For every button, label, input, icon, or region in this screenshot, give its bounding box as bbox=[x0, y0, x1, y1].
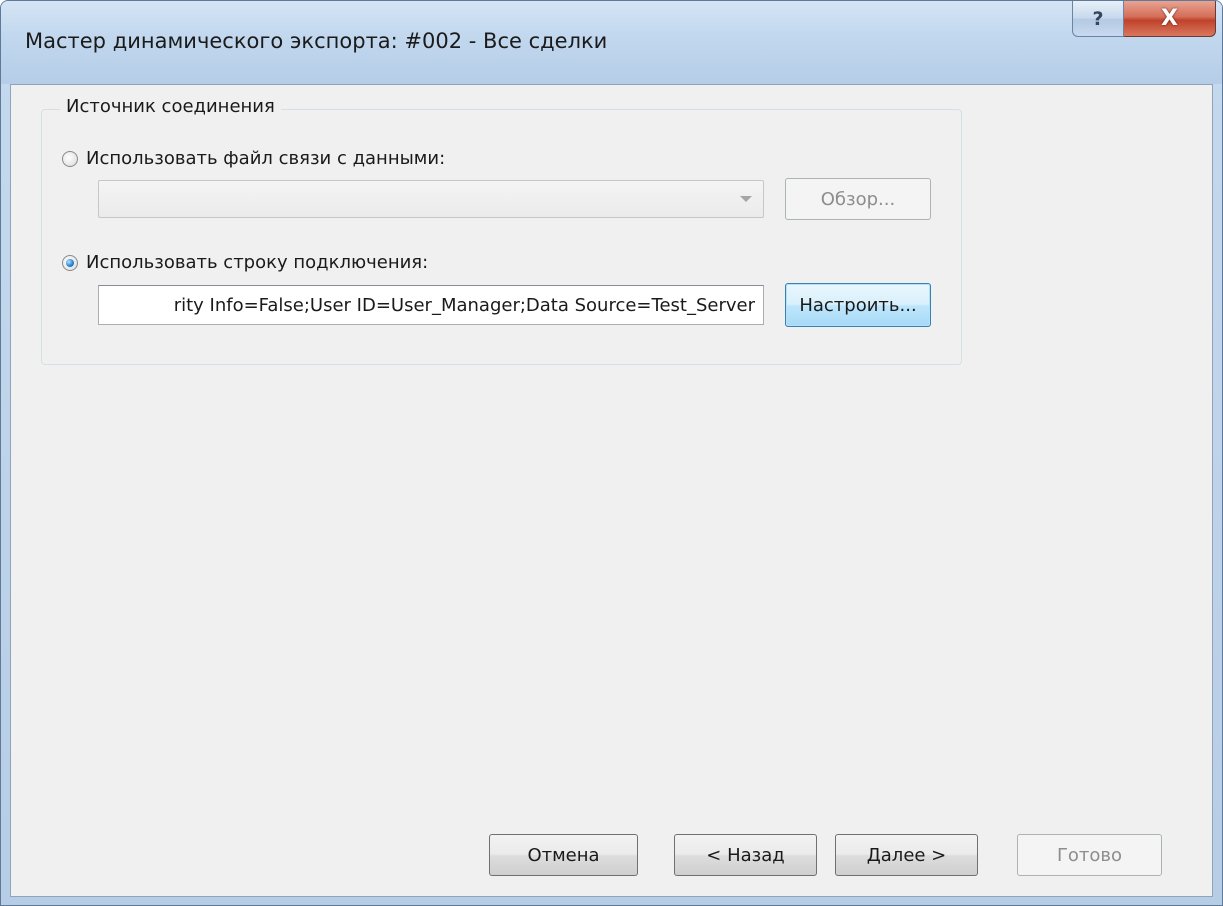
data-link-file-label: Использовать файл связи с данными: bbox=[86, 148, 446, 169]
close-button[interactable]: X bbox=[1124, 1, 1216, 37]
connection-string-option[interactable]: Использовать строку подключения: bbox=[62, 252, 428, 273]
data-link-file-radio[interactable] bbox=[62, 150, 78, 167]
connection-string-radio[interactable] bbox=[62, 254, 78, 271]
connection-source-group: Источник соединения Использовать файл св… bbox=[41, 96, 962, 365]
dropdown-arrow-icon bbox=[731, 183, 761, 215]
next-button[interactable]: Далее > bbox=[835, 834, 978, 876]
title-bar[interactable]: Мастер динамического экспорта: #002 - Вс… bbox=[1, 1, 1222, 84]
group-title: Источник соединения bbox=[60, 96, 281, 117]
help-button[interactable]: ? bbox=[1072, 1, 1124, 37]
connection-string-input[interactable]: rity Info=False;User ID=User_Manager;Dat… bbox=[98, 285, 764, 325]
wizard-window: Мастер динамического экспорта: #002 - Вс… bbox=[0, 0, 1223, 906]
caption-buttons: ? X bbox=[1072, 1, 1216, 41]
connection-string-label: Использовать строку подключения: bbox=[86, 252, 429, 273]
help-icon: ? bbox=[1092, 7, 1104, 30]
finish-button: Готово bbox=[1017, 834, 1162, 876]
wizard-content: Источник соединения Использовать файл св… bbox=[10, 84, 1213, 897]
configure-button[interactable]: Настроить... bbox=[785, 283, 931, 327]
close-icon: X bbox=[1161, 6, 1178, 31]
cancel-button[interactable]: Отмена bbox=[489, 834, 638, 876]
browse-button: Обзор... bbox=[785, 178, 931, 220]
back-button[interactable]: < Назад bbox=[674, 834, 817, 876]
window-title: Мастер динамического экспорта: #002 - Вс… bbox=[25, 29, 608, 53]
data-link-file-combobox bbox=[98, 180, 764, 218]
data-link-file-option[interactable]: Использовать файл связи с данными: bbox=[62, 148, 445, 169]
